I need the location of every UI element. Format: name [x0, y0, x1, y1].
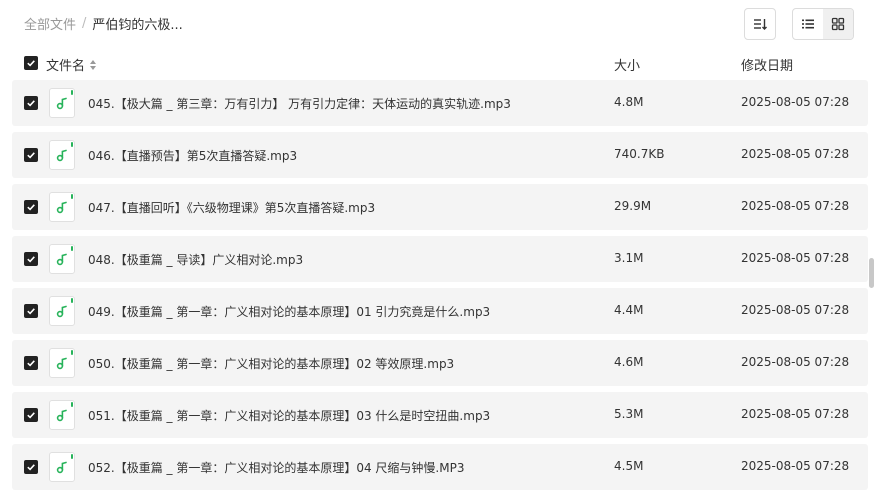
table-row[interactable]: 049.【极重篇 _ 第一章：广义相对论的基本原理】01 引力究竟是什么.mp3…	[12, 288, 868, 334]
audio-file-icon	[49, 140, 75, 170]
audio-file-icon	[49, 452, 75, 482]
grid-view-icon	[831, 17, 845, 31]
sort-icon	[754, 19, 767, 30]
file-date: 2025-08-05 07:28	[741, 407, 850, 421]
music-note-icon	[56, 149, 67, 162]
table-row[interactable]: 045.【极大篇 _ 第三章：万有引力】 万有引力定律：天体运动的真实轨迹.mp…	[12, 80, 868, 126]
row-checkbox[interactable]	[24, 408, 38, 422]
list-view-button[interactable]	[793, 9, 823, 39]
breadcrumb-current: 严伯钧的六极...	[92, 18, 183, 33]
row-checkbox[interactable]	[24, 460, 38, 474]
breadcrumb-root[interactable]: 全部文件	[24, 14, 76, 33]
checkmark-icon	[27, 360, 35, 367]
table-header: 文件名 大小 修改日期	[12, 50, 868, 78]
row-checkbox[interactable]	[24, 200, 38, 214]
file-name[interactable]: 047.【直播回听】《六级物理课》第5次直播答疑.mp3	[88, 199, 375, 216]
select-all-checkbox[interactable]	[24, 56, 38, 70]
column-header-name[interactable]: 文件名	[46, 55, 97, 74]
file-size: 4.6M	[614, 355, 644, 369]
top-bar: 全部文件 / 严伯钧的六极...	[0, 0, 878, 48]
file-date: 2025-08-05 07:28	[741, 303, 850, 317]
music-note-icon	[56, 201, 67, 214]
table-row[interactable]: 046.【直播预告】第5次直播答疑.mp3 740.7KB 2025-08-05 0…	[12, 132, 868, 178]
file-name[interactable]: 052.【极重篇 _ 第一章：广义相对论的基本原理】04 尺缩与钟慢.MP3	[88, 459, 464, 476]
sort-button[interactable]	[744, 8, 776, 40]
audio-file-icon	[49, 348, 75, 378]
music-note-icon	[56, 409, 67, 422]
file-size: 29.9M	[614, 199, 652, 213]
grid-view-button[interactable]	[823, 9, 853, 39]
list-view-icon	[802, 19, 814, 29]
column-header-date[interactable]: 修改日期	[741, 55, 793, 74]
checkmark-icon	[27, 412, 35, 419]
music-note-icon	[56, 253, 67, 266]
audio-file-icon	[49, 400, 75, 430]
music-note-icon	[56, 305, 67, 318]
table-row[interactable]: 047.【直播回听】《六级物理课》第5次直播答疑.mp3 29.9M 2025-08…	[12, 184, 868, 230]
checkmark-icon	[27, 308, 35, 315]
file-name[interactable]: 051.【极重篇 _ 第一章：广义相对论的基本原理】03 什么是时空扭曲.mp3	[88, 407, 490, 424]
scrollbar-thumb[interactable]	[869, 258, 874, 288]
file-date: 2025-08-05 07:28	[741, 95, 850, 109]
table-row[interactable]: 051.【极重篇 _ 第一章：广义相对论的基本原理】03 什么是时空扭曲.mp3…	[12, 392, 868, 438]
file-size: 740.7KB	[614, 147, 665, 161]
row-checkbox[interactable]	[24, 252, 38, 266]
audio-file-icon	[49, 296, 75, 326]
table-row[interactable]: 050.【极重篇 _ 第一章：广义相对论的基本原理】02 等效原理.mp3 4.6…	[12, 340, 868, 386]
checkmark-icon	[27, 152, 35, 159]
checkmark-icon	[27, 256, 35, 263]
file-name[interactable]: 045.【极大篇 _ 第三章：万有引力】 万有引力定律：天体运动的真实轨迹.mp…	[88, 95, 511, 112]
breadcrumb-separator: /	[82, 16, 87, 31]
table-row[interactable]: 052.【极重篇 _ 第一章：广义相对论的基本原理】04 尺缩与钟慢.MP3 4.…	[12, 444, 868, 490]
file-size: 4.5M	[614, 459, 644, 473]
row-checkbox[interactable]	[24, 148, 38, 162]
row-checkbox[interactable]	[24, 304, 38, 318]
checkmark-icon	[27, 60, 35, 67]
row-checkbox[interactable]	[24, 356, 38, 370]
file-date: 2025-08-05 07:28	[741, 199, 850, 213]
column-header-name-label: 文件名	[46, 59, 86, 74]
sort-caret-icon	[90, 59, 97, 70]
file-name[interactable]: 046.【直播预告】第5次直播答疑.mp3	[88, 147, 297, 164]
column-header-size[interactable]: 大小	[614, 55, 640, 74]
row-checkbox[interactable]	[24, 96, 38, 110]
file-size: 5.3M	[614, 407, 644, 421]
file-date: 2025-08-05 07:28	[741, 459, 850, 473]
file-size: 3.1M	[614, 251, 644, 265]
checkmark-icon	[27, 204, 35, 211]
table-row[interactable]: 048.【极重篇 _ 导读】广义相对论.mp3 3.1M 2025-08-05 07…	[12, 236, 868, 282]
file-date: 2025-08-05 07:28	[741, 147, 850, 161]
breadcrumb: 全部文件 / 严伯钧的六极...	[24, 14, 183, 33]
checkmark-icon	[27, 464, 35, 471]
file-name[interactable]: 049.【极重篇 _ 第一章：广义相对论的基本原理】01 引力究竟是什么.mp3	[88, 303, 490, 320]
music-note-icon	[56, 97, 67, 110]
file-size: 4.4M	[614, 303, 644, 317]
audio-file-icon	[49, 88, 75, 118]
file-date: 2025-08-05 07:28	[741, 355, 850, 369]
file-name[interactable]: 048.【极重篇 _ 导读】广义相对论.mp3	[88, 251, 303, 268]
music-note-icon	[56, 461, 67, 474]
audio-file-icon	[49, 192, 75, 222]
file-list: 045.【极大篇 _ 第三章：万有引力】 万有引力定律：天体运动的真实轨迹.mp…	[12, 80, 868, 495]
audio-file-icon	[49, 244, 75, 274]
view-toggle	[792, 8, 854, 40]
file-size: 4.8M	[614, 95, 644, 109]
file-date: 2025-08-05 07:28	[741, 251, 850, 265]
file-name[interactable]: 050.【极重篇 _ 第一章：广义相对论的基本原理】02 等效原理.mp3	[88, 355, 454, 372]
checkmark-icon	[27, 100, 35, 107]
music-note-icon	[56, 357, 67, 370]
